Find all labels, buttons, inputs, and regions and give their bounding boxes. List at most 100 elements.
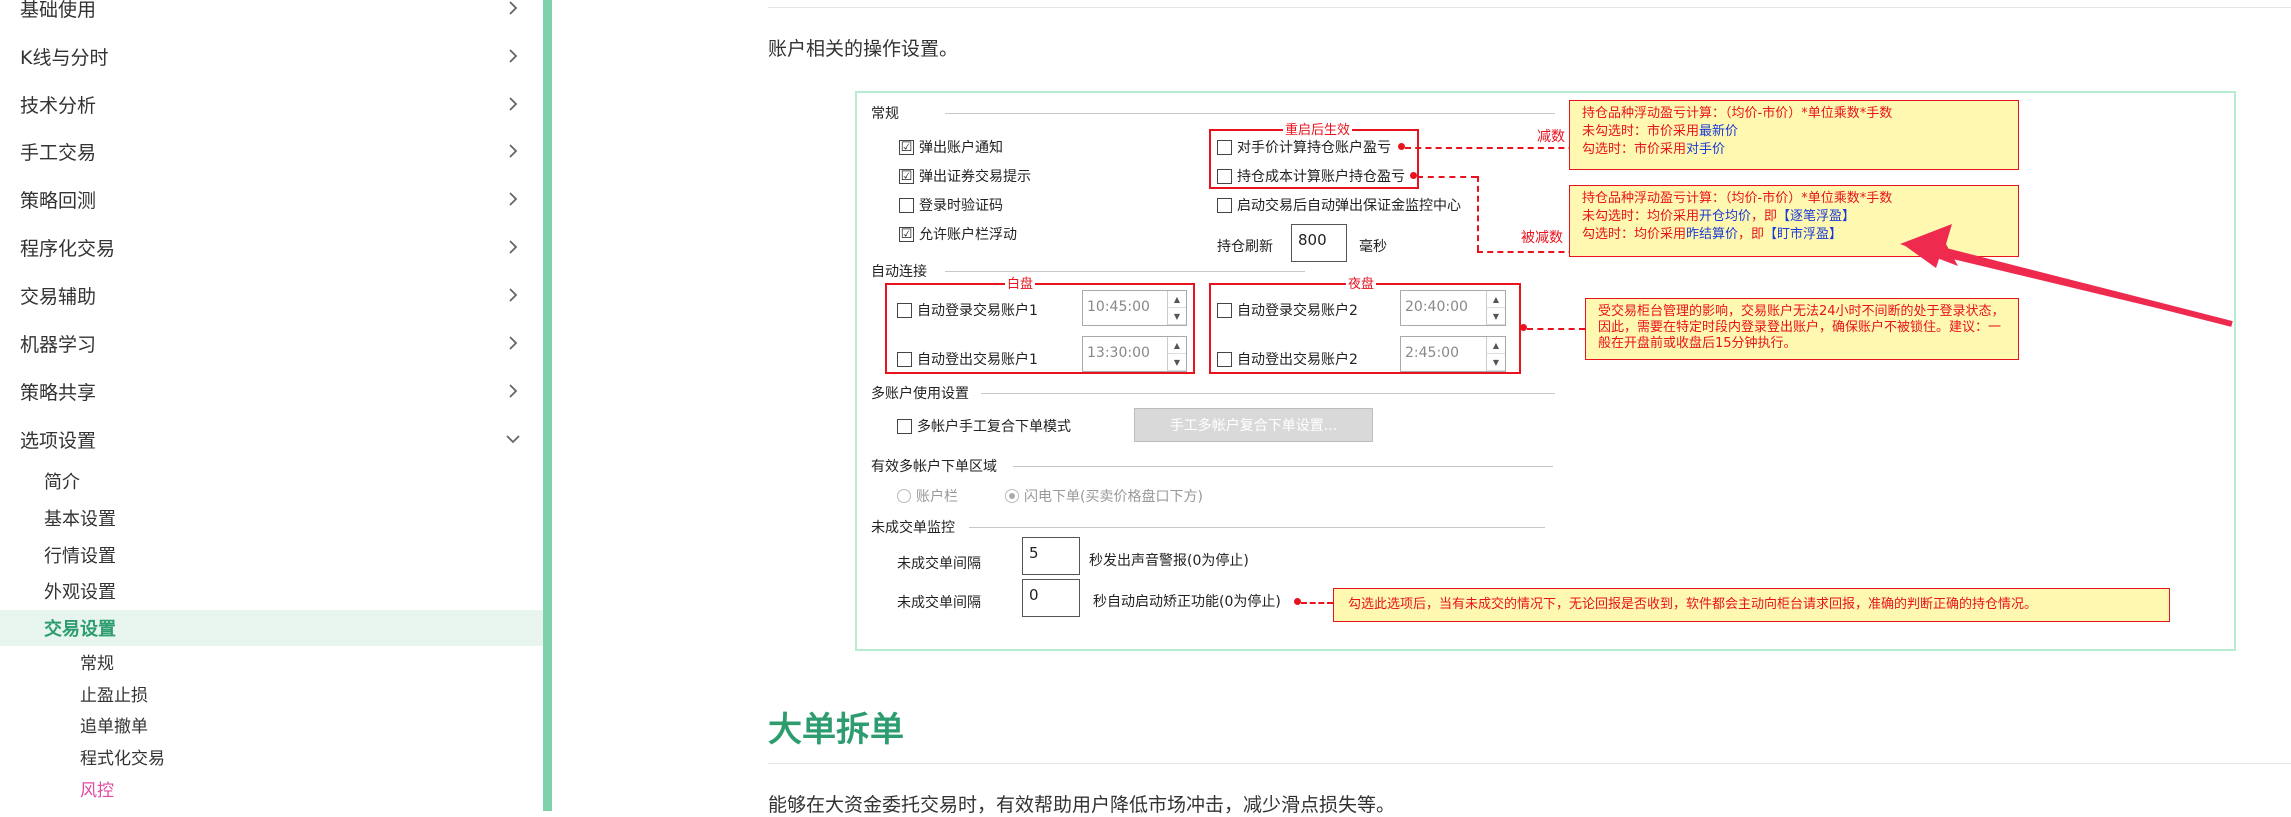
note-text: 勾选时：市价采用 (1582, 142, 1687, 157)
sidebar-item-programmatic-trading[interactable]: 程序化交易 (0, 223, 543, 271)
checkbox-label: 自动登录交易账户2 (1237, 303, 1358, 319)
sidebar-item-options-settings[interactable]: 选项设置 (0, 415, 543, 463)
chevron-right-icon (509, 1, 518, 15)
time-spinner-login-2[interactable]: 20:40:00 ▲ ▼ (1400, 290, 1506, 326)
sidebar-subitem-general[interactable]: 常规 (0, 646, 543, 677)
checkbox-box (897, 351, 912, 367)
sidebar-subitem-risk-control[interactable]: 风控 (0, 773, 543, 804)
sidebar-subitem-intro[interactable]: 简介 (0, 463, 543, 499)
radio-account-bar[interactable]: 账户栏 (897, 486, 958, 506)
spinner-arrows[interactable]: ▲ ▼ (1486, 337, 1505, 371)
sidebar-item-technical-analysis[interactable]: 技术分析 (0, 80, 543, 128)
sidebar-subitem-basic-settings[interactable]: 基本设置 (0, 500, 543, 536)
annotation-line (1417, 176, 1477, 178)
checkbox-label: 弹出账户通知 (919, 140, 1003, 156)
spinner-up-icon[interactable]: ▲ (1487, 337, 1505, 354)
divider (768, 763, 2291, 764)
checkbox-login-captcha[interactable]: 登录时验证码 (899, 195, 1003, 215)
time-spinner-logout-1[interactable]: 13:30:00 ▲ ▼ (1082, 336, 1187, 372)
checkbox-auto-logout-2[interactable]: 自动登出交易账户2 (1217, 349, 1358, 369)
sidebar-subitem-program-trading[interactable]: 程式化交易 (0, 741, 543, 772)
note-text: ，即 (1751, 209, 1778, 224)
chevron-right-icon (509, 288, 518, 302)
annotation-dot (1294, 598, 1301, 605)
sidebar-subitem-quote-settings[interactable]: 行情设置 (0, 537, 543, 573)
spinner-up-icon[interactable]: ▲ (1168, 291, 1186, 308)
spinner-down-icon[interactable]: ▼ (1168, 308, 1186, 325)
chevron-right-icon (509, 384, 518, 398)
unfilled-correct-suffix: 秒自动启动矫正功能(0为停止) (1093, 594, 1281, 610)
spinner-down-icon[interactable]: ▼ (1168, 354, 1186, 371)
checkbox-label: 允许账户栏浮动 (919, 227, 1017, 243)
checkbox-box (897, 302, 912, 318)
sidebar-subitem-label: 交易设置 (44, 619, 116, 640)
unfilled-correct-interval-input[interactable]: 0 (1022, 579, 1080, 617)
checkbox-auto-logout-1[interactable]: 自动登出交易账户1 (897, 349, 1038, 369)
checkbox-label: 持仓成本计算账户持仓盈亏 (1237, 169, 1405, 185)
time-spinner-logout-2[interactable]: 2:45:00 ▲ ▼ (1400, 336, 1506, 372)
checkbox-label: 启动交易后自动弹出保证金监控中心 (1237, 198, 1461, 214)
arrow-icon (1900, 224, 2233, 327)
spinner-down-icon[interactable]: ▼ (1487, 354, 1505, 371)
note-counter-price: 持仓品种浮动盈亏计算：（均价-市价）*单位乘数*手数 未勾选时：市价采用最新价 … (1569, 100, 2019, 170)
annotation-line (1527, 328, 1585, 330)
sidebar-item-trading-assist[interactable]: 交易辅助 (0, 271, 543, 319)
checkbox-popup-securities-tip[interactable]: ☑ 弹出证券交易提示 (899, 166, 1031, 186)
checkbox-label: 弹出证券交易提示 (919, 169, 1031, 185)
sidebar-subitem-label: 程式化交易 (80, 749, 165, 769)
spinner-up-icon[interactable]: ▲ (1168, 337, 1186, 354)
checkbox-popup-account-notice[interactable]: ☑ 弹出账户通知 (899, 137, 1003, 157)
checkbox-auto-login-1[interactable]: 自动登录交易账户1 (897, 300, 1038, 320)
sidebar-subitem-trading-settings[interactable]: 交易设置 (0, 610, 543, 646)
sidebar-item-basic-usage[interactable]: 基础使用 (0, 0, 543, 32)
checkbox-auto-margin-monitor[interactable]: 启动交易后自动弹出保证金监控中心 (1217, 195, 1461, 215)
spinner-down-icon[interactable]: ▼ (1487, 308, 1505, 325)
sidebar-item-label: 交易辅助 (20, 285, 97, 308)
note-highlight: 【逐笔浮盈】 (1777, 209, 1856, 224)
sidebar-subitem-stop-profit-loss[interactable]: 止盈止损 (0, 678, 543, 709)
sidebar-item-strategy-share[interactable]: 策略共享 (0, 367, 543, 415)
unfilled-alert-interval-input[interactable]: 5 (1022, 537, 1080, 575)
spinner-arrows[interactable]: ▲ ▼ (1167, 291, 1186, 325)
restart-label: 重启后生效 (1283, 119, 1353, 138)
checkbox-account-bar-float[interactable]: ☑ 允许账户栏浮动 (899, 224, 1017, 244)
section-auto-connect-title: 自动连接 (871, 264, 927, 280)
multi-account-settings-button[interactable]: 手工多帐户复合下单设置... (1134, 408, 1373, 442)
sidebar-item-label: 策略共享 (20, 381, 97, 404)
refresh-label: 持仓刷新 (1217, 239, 1273, 255)
divider (981, 393, 1555, 394)
checkbox-counter-price-pnl[interactable]: 对手价计算持仓账户盈亏 (1217, 137, 1391, 157)
refresh-unit: 毫秒 (1359, 239, 1387, 255)
sidebar-scroll-accent (543, 0, 552, 811)
sidebar-item-machine-learning[interactable]: 机器学习 (0, 319, 543, 367)
checkbox-box: ☑ (899, 226, 914, 242)
section-general-title: 常规 (871, 106, 899, 122)
note-line: 勾选时：市价采用对手价 (1582, 141, 2006, 159)
radio-circle (1005, 489, 1019, 503)
radio-flash-order[interactable]: 闪电下单(买卖价格盘口下方) (1005, 486, 1203, 506)
sidebar-item-kline[interactable]: K线与分时 (0, 32, 543, 80)
checkbox-box (1217, 197, 1232, 213)
section-paragraph: 能够在大资金委托交易时，有效帮助用户降低市场冲击，减少滑点损失等。 (768, 794, 1396, 816)
sidebar-item-manual-trading[interactable]: 手工交易 (0, 127, 543, 175)
checkbox-multi-account-mode[interactable]: 多帐户手工复合下单模式 (897, 416, 1071, 436)
spinner-arrows[interactable]: ▲ ▼ (1167, 337, 1186, 371)
annotation-dot (1520, 324, 1527, 331)
sidebar-subitem-appearance-settings[interactable]: 外观设置 (0, 573, 543, 609)
checkbox-box (1217, 139, 1232, 155)
divider (768, 7, 2291, 8)
spinner-up-icon[interactable]: ▲ (1487, 291, 1505, 308)
checkbox-cost-pnl[interactable]: 持仓成本计算账户持仓盈亏 (1217, 166, 1405, 186)
annotation-minuend: 被减数 (1521, 230, 1563, 246)
main-content: 账户相关的操作设置。 常规 ☑ 弹出账户通知 ☑ 弹出证券交易提示 登录时验证码… (552, 0, 2291, 816)
sidebar-item-backtest[interactable]: 策略回测 (0, 175, 543, 223)
spinner-arrows[interactable]: ▲ ▼ (1486, 291, 1505, 325)
time-spinner-login-1[interactable]: 10:45:00 ▲ ▼ (1082, 290, 1187, 326)
refresh-interval-input[interactable]: 800 (1291, 224, 1347, 262)
note-unfilled-correct: 勾选此选项后，当有未成交的情况下，无论回报是否收到，软件都会主动向柜台请求回报，… (1333, 588, 2170, 622)
chevron-down-icon (506, 435, 520, 444)
sidebar-subitem-chase-cancel[interactable]: 追单撤单 (0, 709, 543, 740)
annotation-line (1477, 176, 1479, 251)
divider (969, 527, 1545, 528)
checkbox-auto-login-2[interactable]: 自动登录交易账户2 (1217, 300, 1358, 320)
